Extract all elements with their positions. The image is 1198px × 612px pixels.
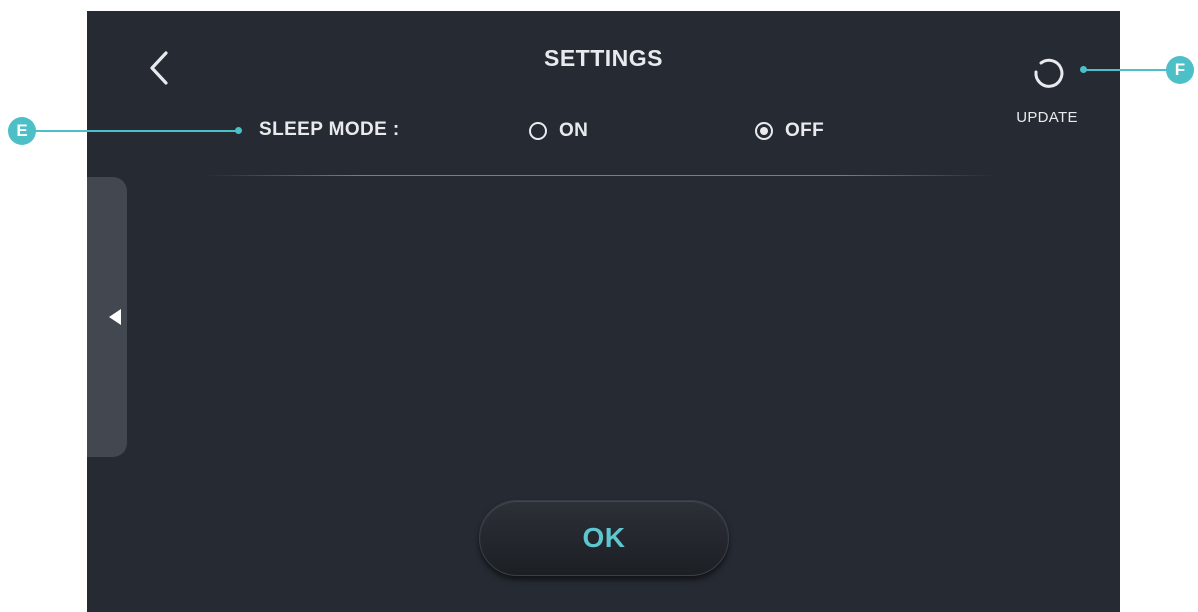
ok-label: OK bbox=[582, 522, 626, 553]
ok-button[interactable]: OK bbox=[479, 500, 729, 576]
update-label: UPDATE bbox=[1016, 109, 1078, 126]
callout-e-leader bbox=[34, 130, 238, 132]
radio-on-label: ON bbox=[559, 120, 589, 141]
callout-e-dot bbox=[235, 127, 242, 134]
sleep-mode-off-radio[interactable]: OFF bbox=[755, 117, 824, 145]
sleep-mode-on-radio[interactable]: ON bbox=[529, 117, 588, 145]
manual-page: SETTINGS UPDATE SLEEP MODE : ON OFF OK E bbox=[0, 0, 1198, 612]
callout-f-badge: F bbox=[1166, 56, 1194, 84]
refresh-icon bbox=[1034, 58, 1064, 88]
callout-e-badge: E bbox=[8, 117, 36, 145]
triangle-left-icon bbox=[109, 309, 121, 325]
settings-screen: SETTINGS UPDATE SLEEP MODE : ON OFF OK bbox=[87, 11, 1120, 612]
callout-f-leader bbox=[1083, 69, 1169, 71]
side-panel-toggle[interactable] bbox=[87, 177, 127, 457]
radio-checked-icon bbox=[755, 122, 773, 140]
update-button[interactable]: UPDATE bbox=[1007, 53, 1087, 133]
radio-unchecked-icon bbox=[529, 122, 547, 140]
sleep-mode-label: SLEEP MODE : bbox=[259, 119, 400, 140]
callout-f-dot bbox=[1080, 66, 1087, 73]
divider bbox=[205, 175, 995, 176]
radio-off-label: OFF bbox=[785, 120, 825, 141]
page-title: SETTINGS bbox=[543, 45, 663, 71]
